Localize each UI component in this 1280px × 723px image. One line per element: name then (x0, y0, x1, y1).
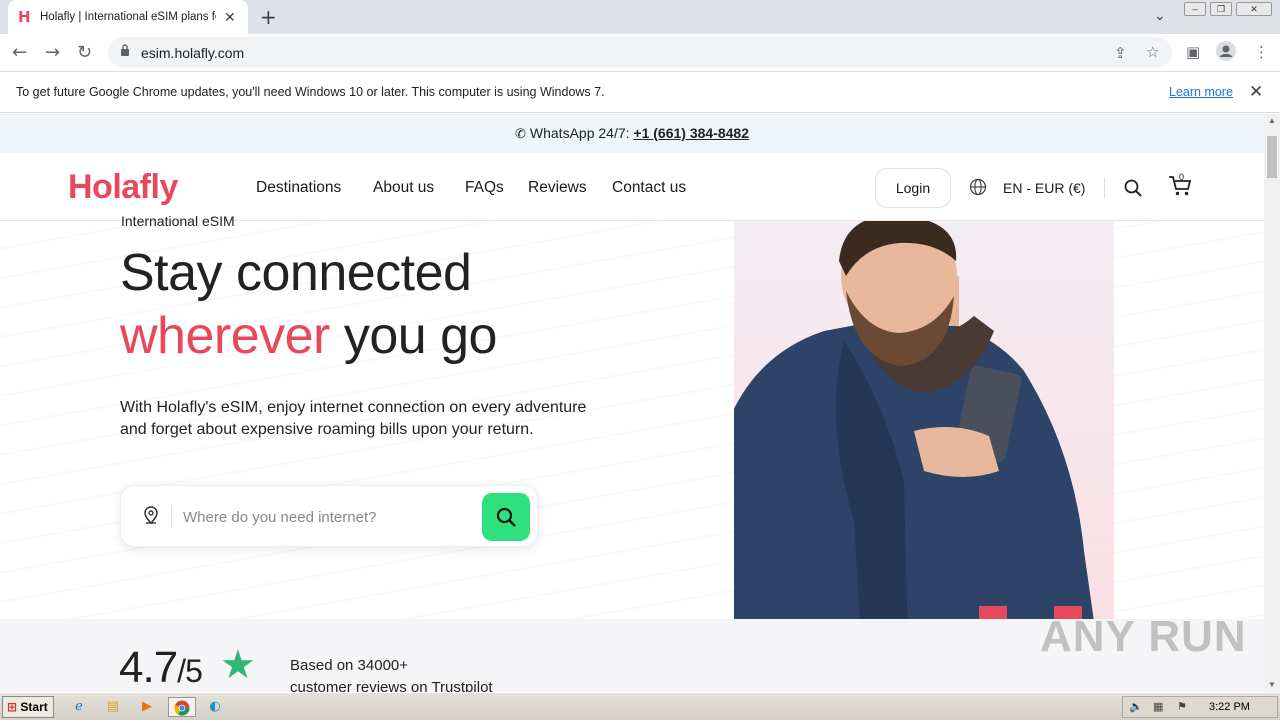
nav-contact-us[interactable]: Contact us (612, 179, 686, 197)
back-icon[interactable]: ← (12, 42, 27, 63)
window-close-button[interactable]: ✕ (1236, 2, 1272, 16)
windows-flag-icon: ⊞ (7, 700, 18, 714)
nav-destinations[interactable]: Destinations (256, 179, 341, 197)
whatsapp-icon: ✆ (514, 127, 526, 142)
address-bar[interactable]: esim.holafly.com ⇪ ☆ (108, 37, 1172, 68)
review-count-text: Based on 34000+ customer reviews on Trus… (290, 655, 493, 692)
cart-count: 0 (1179, 172, 1185, 182)
whatsapp-bar: ✆ WhatsApp 24/7: +1 (661) 384-8482 (0, 114, 1264, 153)
system-tray: 🔈 ▦ ⚑ 3:22 PM (1122, 696, 1278, 718)
reload-icon[interactable]: ↻ (77, 42, 92, 63)
file-explorer-icon[interactable]: ▤ (102, 697, 124, 717)
hero-headline-accent: wherever (120, 307, 330, 365)
nav-divider (1104, 178, 1105, 198)
whatsapp-phone-link[interactable]: +1 (661) 384-8482 (633, 125, 749, 141)
chrome-menu-icon[interactable]: ⋮ (1254, 43, 1269, 61)
internet-explorer-icon[interactable]: ℯ (68, 697, 90, 717)
windows-taskbar: ⊞ Start ℯ ▤ ▶ ◐ 🔈 ▦ ⚑ 3:22 PM (0, 692, 1280, 720)
tab-title: Holafly | International eSIM plans fo (40, 11, 216, 23)
network-icon[interactable]: ▦ (1153, 700, 1163, 713)
nav-about-us[interactable]: About us (373, 179, 434, 197)
destination-search-input[interactable]: Where do you need internet? (183, 509, 376, 526)
start-button[interactable]: ⊞ Start (2, 696, 54, 718)
new-tab-button[interactable]: + (260, 5, 277, 29)
review-line-1: Based on 34000+ (290, 657, 409, 674)
rating-value: 4.7 (119, 643, 178, 692)
destination-search-box: Where do you need internet? (120, 485, 538, 547)
scrollbar-thumb[interactable] (1267, 136, 1277, 178)
page-scrollbar[interactable]: ▲ ▼ (1264, 114, 1280, 692)
lock-icon[interactable] (120, 44, 130, 59)
tab-close-icon[interactable]: ✕ (224, 9, 236, 26)
search-icon[interactable] (1124, 179, 1142, 202)
trustpilot-star-icon: ★ (220, 642, 256, 688)
chrome-taskbar-icon[interactable] (168, 697, 196, 717)
url-text: esim.holafly.com (141, 45, 245, 61)
tab-search-chevron-icon[interactable]: ⌄ (1154, 7, 1166, 24)
tab-strip: H Holafly | International eSIM plans fo … (0, 0, 1280, 34)
anyrun-watermark: ANY RUN (1040, 612, 1247, 661)
side-panel-icon[interactable]: ▣ (1186, 43, 1200, 61)
login-button[interactable]: Login (875, 168, 951, 208)
media-player-icon[interactable]: ▶ (136, 697, 158, 717)
holafly-favicon-icon: H (18, 8, 31, 26)
cart-icon[interactable]: 0 (1168, 172, 1192, 202)
action-center-flag-icon[interactable]: ⚑ (1177, 700, 1187, 713)
holafly-logo[interactable]: Holafly (68, 168, 178, 207)
forward-icon[interactable]: → (45, 42, 60, 63)
browser-tab[interactable]: H Holafly | International eSIM plans fo … (8, 0, 248, 34)
rating-score: 4.7/5 (119, 643, 203, 692)
minimize-button[interactable]: – (1184, 2, 1206, 16)
hero-eyebrow: International eSIM (121, 213, 235, 229)
hero-headline-rest: you go (343, 307, 498, 365)
start-label: Start (20, 700, 48, 714)
hero-headline-line1: Stay connected (120, 244, 472, 302)
globe-icon[interactable] (969, 178, 987, 201)
hero-headline-line2: wherever you go (120, 306, 497, 366)
infobar-message: To get future Google Chrome updates, you… (16, 85, 605, 99)
infobar-close-icon[interactable]: ✕ (1249, 82, 1263, 102)
taskbar-clock[interactable]: 3:22 PM (1209, 701, 1250, 713)
nav-faqs[interactable]: FAQs (465, 179, 504, 197)
maximize-button[interactable]: ❐ (1210, 2, 1232, 16)
language-currency-selector[interactable]: EN - EUR (€) (1003, 180, 1085, 196)
update-infobar: To get future Google Chrome updates, you… (0, 71, 1280, 113)
rating-out-of: /5 (177, 653, 203, 689)
review-line-2: customer reviews on Trustpilot (290, 679, 493, 692)
scroll-up-icon[interactable]: ▲ (1268, 116, 1276, 125)
search-submit-button[interactable] (482, 493, 530, 541)
edge-icon[interactable]: ◐ (204, 697, 226, 717)
site-header: Holafly Destinations About us FAQs Revie… (0, 153, 1264, 221)
web-page: ✆ WhatsApp 24/7: +1 (661) 384-8482 Holafl… (0, 114, 1264, 692)
bookmark-star-icon[interactable]: ☆ (1146, 43, 1159, 61)
whatsapp-label: WhatsApp 24/7: (529, 125, 630, 141)
volume-icon[interactable]: 🔈 (1129, 700, 1143, 713)
search-icon (496, 507, 516, 532)
browser-toolbar: ← → ↻ esim.holafly.com ⇪ ☆ ▣ ⋮ (0, 34, 1280, 71)
share-icon[interactable]: ⇪ (1114, 44, 1127, 62)
location-pin-icon (143, 506, 159, 529)
scroll-down-icon[interactable]: ▼ (1268, 680, 1276, 689)
learn-more-link[interactable]: Learn more (1169, 85, 1233, 99)
nav-reviews[interactable]: Reviews (528, 179, 587, 197)
hero-description: With Holafly's eSIM, enjoy internet conn… (120, 399, 587, 438)
profile-avatar-icon[interactable] (1216, 41, 1236, 65)
search-divider (171, 506, 172, 528)
